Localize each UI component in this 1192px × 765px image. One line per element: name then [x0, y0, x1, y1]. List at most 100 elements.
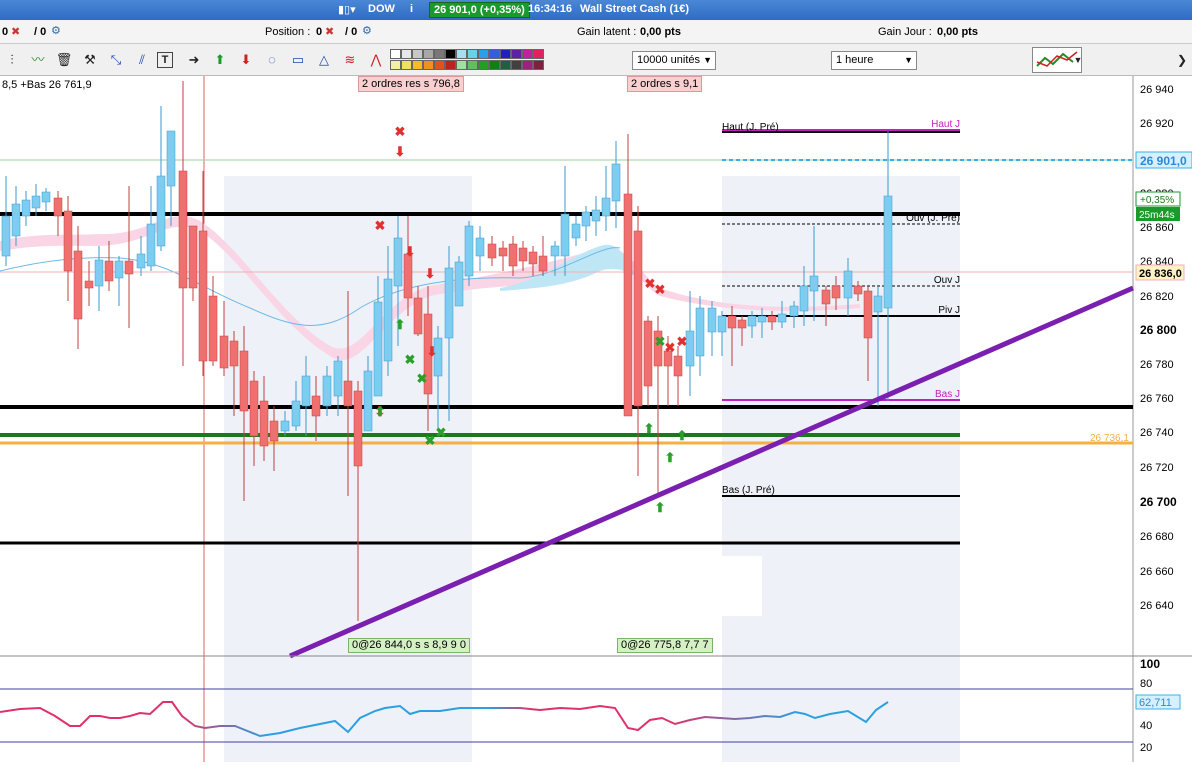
candle — [146, 223, 156, 267]
scroll-right-icon[interactable]: ❯ — [1172, 50, 1192, 70]
candle — [363, 370, 373, 432]
rectangle-icon[interactable]: ▭ — [288, 50, 308, 70]
up-arrow-icon[interactable]: ⬆ — [644, 421, 655, 436]
symbol-name[interactable]: DOW — [368, 3, 395, 15]
buy-marker-icon[interactable]: ✖ — [405, 352, 416, 367]
indicators-menu-arrow[interactable]: ▼ — [1068, 50, 1088, 70]
color-swatch[interactable] — [500, 60, 511, 70]
lasso-icon[interactable]: ◌ — [262, 50, 282, 70]
chart-area[interactable]: 26 94026 92026 88026 86026 84026 82026 8… — [0, 76, 1192, 762]
zigzag-icon[interactable]: 〰 — [28, 50, 48, 70]
sell-marker-icon[interactable]: ✖ — [677, 334, 688, 349]
down-arrow-icon[interactable]: ⬇ — [425, 266, 436, 281]
price-axis-label: 26 740 — [1140, 427, 1174, 439]
color-swatch[interactable] — [412, 60, 423, 70]
candle — [104, 260, 114, 282]
color-swatch[interactable] — [390, 60, 401, 70]
up-arrow-icon[interactable]: ⬆ — [375, 404, 386, 419]
color-swatch[interactable] — [511, 60, 522, 70]
color-swatch[interactable] — [533, 49, 544, 59]
order-tag[interactable]: 2 ordres s 9,1 — [627, 76, 703, 92]
info-icon[interactable]: i — [410, 3, 413, 15]
fib-icon[interactable]: ≋ — [340, 50, 360, 70]
color-swatch[interactable] — [401, 49, 412, 59]
bottom-trade-tag[interactable]: 0@26 844,0 s s 8,9 9 0 — [348, 638, 470, 653]
candle — [873, 295, 883, 313]
timeframe-select[interactable]: 1 heure ▼ — [831, 51, 917, 70]
color-swatch[interactable] — [489, 49, 500, 59]
color-swatch[interactable] — [423, 49, 434, 59]
candle — [581, 211, 591, 227]
cross-icon[interactable]: ⤡ — [106, 50, 126, 70]
candle — [291, 400, 301, 427]
price-axis-label: 26 660 — [1140, 566, 1174, 578]
candle — [393, 237, 403, 287]
trash-icon[interactable]: 🗑 — [54, 50, 74, 70]
cancel-orders-icon[interactable]: ✖ — [11, 25, 20, 38]
color-swatch[interactable] — [489, 60, 500, 70]
up-arrow-icon[interactable]: ⬆ — [655, 500, 666, 515]
up-arrow-icon[interactable]: ⬆ — [395, 317, 406, 332]
buy-marker-icon[interactable]: ✖ — [655, 334, 666, 349]
color-swatch[interactable] — [434, 60, 445, 70]
color-swatch[interactable] — [522, 49, 533, 59]
units-select[interactable]: 10000 unités ▼ — [632, 51, 716, 70]
color-swatch[interactable] — [478, 60, 489, 70]
position-label: Position : — [265, 26, 311, 38]
color-swatch[interactable] — [445, 49, 456, 59]
bottom-trade-tag[interactable]: 0@26 775,8 7,7 7 — [617, 638, 713, 653]
color-swatch[interactable] — [401, 60, 412, 70]
color-swatch[interactable] — [511, 49, 522, 59]
color-swatch[interactable] — [478, 49, 489, 59]
color-swatch[interactable] — [456, 49, 467, 59]
arrow-up-icon[interactable]: ⬆ — [210, 50, 230, 70]
haut-j-pre-label: Haut (J. Pré) — [722, 122, 779, 133]
color-swatch[interactable] — [434, 49, 445, 59]
down-arrow-icon[interactable]: ⬇ — [395, 144, 406, 159]
arrow-right-icon[interactable]: ➜ — [184, 50, 204, 70]
symbol-menu-icon[interactable]: ▮▯▾ — [338, 3, 356, 16]
position-total: / 0 — [345, 26, 358, 38]
tools-icon[interactable]: ⚒ — [80, 50, 100, 70]
color-swatch[interactable] — [445, 60, 456, 70]
close-position-icon[interactable]: ✖ — [325, 25, 334, 38]
buy-marker-icon[interactable]: ✖ — [425, 433, 436, 448]
color-swatch[interactable] — [467, 49, 478, 59]
down-arrow-icon[interactable]: ⬇ — [405, 244, 416, 259]
color-swatch[interactable] — [456, 60, 467, 70]
candle — [136, 253, 146, 269]
color-swatch[interactable] — [522, 60, 533, 70]
candle — [853, 285, 863, 295]
buy-marker-icon[interactable]: ✖ — [417, 371, 428, 386]
color-swatch[interactable] — [467, 60, 478, 70]
color-swatch[interactable] — [423, 60, 434, 70]
candle — [403, 253, 413, 299]
buy-marker-icon[interactable]: ✖ — [436, 425, 447, 440]
candle — [311, 395, 321, 417]
color-swatch[interactable] — [390, 49, 401, 59]
position-gear-icon[interactable]: ⚙ — [362, 24, 372, 37]
arrow-down-icon[interactable]: ⬇ — [236, 50, 256, 70]
up-arrow-icon[interactable]: ⬆ — [677, 428, 688, 443]
down-arrow-icon[interactable]: ⬇ — [427, 344, 438, 359]
candle — [717, 315, 727, 333]
candle — [560, 213, 570, 257]
color-swatch[interactable] — [500, 49, 511, 59]
sell-marker-icon[interactable]: ✖ — [375, 218, 386, 233]
sell-marker-icon[interactable]: ✖ — [395, 124, 406, 139]
candle — [727, 315, 737, 329]
parallel-icon[interactable]: ⫽ — [132, 50, 152, 70]
price-chart[interactable]: 26 94026 92026 88026 86026 84026 82026 8… — [0, 76, 1192, 762]
sell-marker-icon[interactable]: ✖ — [655, 282, 666, 297]
up-arrow-icon[interactable]: ⬆ — [665, 450, 676, 465]
candle — [219, 335, 229, 369]
color-swatch[interactable] — [412, 49, 423, 59]
sell-marker-icon[interactable]: ✖ — [665, 340, 676, 355]
color-swatch[interactable] — [533, 60, 544, 70]
text-icon[interactable]: T — [157, 52, 173, 68]
fib-fan-icon[interactable]: ⋀ — [366, 50, 386, 70]
bars-icon[interactable]: ⫶ — [2, 50, 22, 70]
gear-icon[interactable]: ⚙ — [51, 24, 61, 37]
order-tag[interactable]: 2 ordres res s 796,8 — [358, 76, 464, 92]
triangle-icon[interactable]: △ — [314, 50, 334, 70]
